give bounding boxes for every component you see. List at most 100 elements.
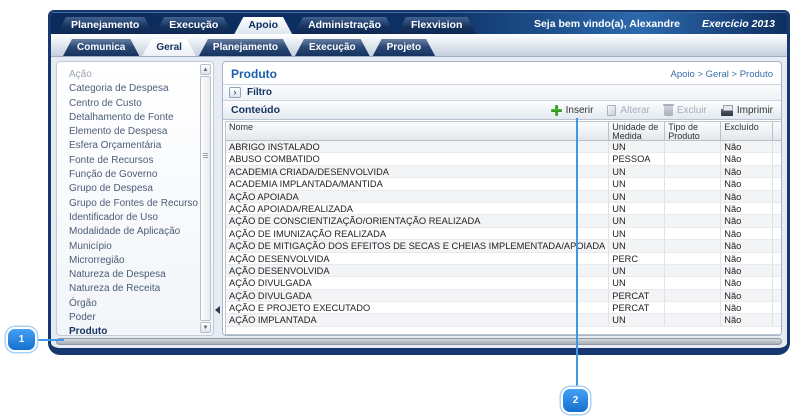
toolbar-button-label: Excluir — [677, 105, 707, 116]
sidebar-item[interactable]: Município — [69, 240, 198, 254]
sidebar-scroll-thumb[interactable] — [200, 76, 211, 321]
Excluir[interactable]: Excluir — [664, 104, 707, 116]
cell-tipo — [665, 240, 721, 252]
sidebar-item[interactable]: Modalidade de Aplicação — [69, 225, 198, 239]
table-row[interactable]: ABRIGO INSTALADO UN Não — [226, 141, 782, 153]
sidebar-item[interactable]: Órgão — [69, 297, 198, 311]
table-row[interactable]: AÇÃO DIVULGADA PERCAT Não — [226, 290, 782, 302]
Inserir[interactable]: Inserir — [551, 105, 594, 116]
cell-nome: AÇÃO E PROJETO EXECUTADO — [226, 302, 609, 314]
top-nav-tab[interactable]: Flexvision — [397, 17, 476, 34]
sidebar-item[interactable]: Esfera Orçamentária — [69, 139, 198, 153]
sidebar-item[interactable]: Natureza de Receita — [69, 282, 198, 296]
annotation-badge-2: 2 — [563, 389, 588, 412]
scroll-up-icon[interactable]: ▲ — [200, 64, 211, 75]
cell-nome: AÇÃO IMPLANTADA — [226, 314, 609, 326]
sub-tab[interactable]: Execução — [295, 39, 370, 56]
cell-tipo — [665, 203, 721, 215]
column-header-unidade[interactable]: Unidade de Medida — [609, 122, 665, 140]
table-row[interactable]: AÇÃO DESENVOLVIDA UN Não — [226, 265, 782, 277]
cell-unidade: PERCAT — [609, 302, 665, 314]
cell-filler — [773, 265, 782, 277]
panel-header: Produto Apoio > Geral > Produto — [223, 62, 781, 84]
cell-excluido: Não — [721, 178, 773, 190]
sidebar-item[interactable]: Grupo de Despesa — [69, 182, 198, 196]
cell-nome: ABRIGO INSTALADO — [226, 141, 609, 153]
sub-tab[interactable]: Geral — [142, 39, 196, 56]
table-row[interactable]: AÇÃO DIVULGADA UN Não — [226, 277, 782, 289]
top-nav-tab[interactable]: Execução — [155, 17, 232, 34]
sidebar-item[interactable]: Produto — [69, 325, 198, 335]
table-row[interactable]: AÇÃO APOIADA/REALIZADA UN Não — [226, 203, 782, 215]
sidebar-item[interactable]: Natureza de Despesa — [69, 268, 198, 282]
cell-tipo — [665, 253, 721, 265]
sidebar-item[interactable]: Centro de Custo — [69, 97, 198, 111]
sub-tab[interactable]: Planejamento — [199, 39, 292, 56]
cell-nome: AÇÃO APOIADA — [226, 191, 609, 203]
cell-filler — [773, 166, 782, 178]
table-row[interactable]: AÇÃO IMPLANTADA UN Não — [226, 314, 782, 326]
cell-unidade: PERCAT — [609, 290, 665, 302]
sidebar-item[interactable]: Poder — [69, 311, 198, 325]
cell-nome: AÇÃO DESENVOLVIDA — [226, 253, 609, 265]
cell-excluido: Não — [721, 228, 773, 240]
column-header-filler — [773, 122, 782, 140]
table-row[interactable]: ABUSO COMBATIDO PESSOA Não — [226, 153, 782, 165]
scroll-down-icon[interactable]: ▼ — [200, 322, 211, 333]
sidebar-item[interactable]: Microrregião — [69, 254, 198, 268]
cell-nome: ABUSO COMBATIDO — [226, 153, 609, 165]
table-row[interactable]: AÇÃO DE MITIGAÇÃO DOS EFEITOS DE SECAS E… — [226, 240, 782, 252]
page-title: Produto — [231, 67, 277, 81]
sidebar-item[interactable]: Grupo de Fontes de Recursos — [69, 197, 198, 211]
table-row[interactable]: AÇÃO E PROJETO EXECUTADO PERCAT Não — [226, 302, 782, 314]
sub-tab[interactable]: Projeto — [373, 39, 435, 56]
cell-excluido: Não — [721, 153, 773, 165]
collapse-left-icon[interactable] — [215, 306, 220, 314]
cell-filler — [773, 253, 782, 265]
column-header-tipo[interactable]: Tipo de Produto — [665, 122, 721, 140]
toolbar-button-label: Imprimir — [737, 105, 773, 116]
column-header-excluido[interactable]: Excluído — [721, 122, 773, 140]
sidebar: Ação Categoria de Despesa Centro de Cust… — [56, 61, 214, 336]
top-nav-tab[interactable]: Planejamento — [57, 17, 153, 34]
Alterar[interactable]: Alterar — [607, 105, 649, 116]
filter-expand-icon[interactable]: › — [229, 87, 241, 98]
sidebar-item[interactable]: Detalhamento de Fonte — [69, 111, 198, 125]
content-region: Ação Categoria de Despesa Centro de Cust… — [51, 57, 787, 348]
cell-excluido: Não — [721, 166, 773, 178]
table-row[interactable]: AÇÃO DE CONSCIENTIZAÇÃO/ORIENTAÇÃO REALI… — [226, 215, 782, 227]
exercise-year-label: Exercício 2013 — [702, 18, 779, 34]
sidebar-list: Ação Categoria de Despesa Centro de Cust… — [57, 62, 198, 335]
cell-tipo — [665, 228, 721, 240]
sub-tab[interactable]: Comunica — [63, 39, 139, 56]
cell-filler — [773, 240, 782, 252]
cell-filler — [773, 191, 782, 203]
Imprimir[interactable]: Imprimir — [721, 105, 773, 116]
sidebar-item[interactable]: Categoria de Despesa — [69, 82, 198, 96]
cell-excluido: Não — [721, 302, 773, 314]
cell-nome: AÇÃO DESENVOLVIDA — [226, 265, 609, 277]
cell-unidade: UN — [609, 166, 665, 178]
sidebar-item[interactable]: Identificador de Uso — [69, 211, 198, 225]
cell-unidade: PERC — [609, 253, 665, 265]
cell-unidade: UN — [609, 240, 665, 252]
cell-tipo — [665, 314, 721, 326]
table-row[interactable]: AÇÃO APOIADA UN Não — [226, 191, 782, 203]
table-row[interactable]: AÇÃO DESENVOLVIDA PERC Não — [226, 253, 782, 265]
cell-unidade: UN — [609, 191, 665, 203]
sidebar-scrollbar[interactable]: ▲ ▼ — [200, 64, 211, 333]
cell-tipo — [665, 153, 721, 165]
sidebar-splitter[interactable] — [214, 61, 222, 336]
top-nav-tab[interactable]: Apoio — [234, 17, 292, 34]
table-row[interactable]: ACADEMIA IMPLANTADA/MANTIDA UN Não — [226, 178, 782, 190]
sidebar-item[interactable]: Função de Governo — [69, 168, 198, 182]
top-nav-tab[interactable]: Administração — [294, 17, 395, 34]
column-header-nome[interactable]: Nome — [226, 122, 609, 140]
breadcrumb[interactable]: Apoio > Geral > Produto — [671, 69, 773, 80]
sidebar-item[interactable]: Elemento de Despesa — [69, 125, 198, 139]
sidebar-item[interactable]: Fonte de Recursos — [69, 154, 198, 168]
table-row[interactable]: AÇÃO DE IMUNIZAÇÃO REALIZADA UN Não — [226, 228, 782, 240]
table-row[interactable]: ACADEMIA CRIADA/DESENVOLVIDA UN Não — [226, 166, 782, 178]
cell-unidade: UN — [609, 178, 665, 190]
sidebar-item[interactable]: Ação — [69, 68, 198, 82]
